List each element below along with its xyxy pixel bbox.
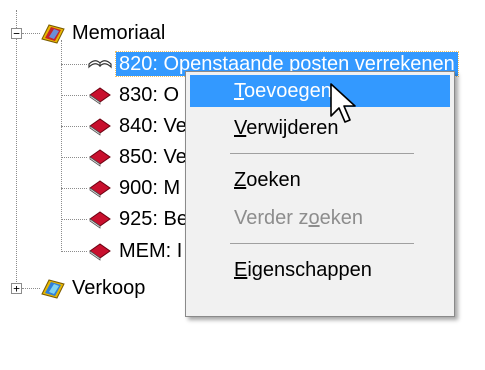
tree-node-850[interactable]: 850: Ve <box>87 144 190 170</box>
tree-connector <box>61 126 87 127</box>
tree-node-label: 850: Ve <box>119 146 187 168</box>
tree-connector <box>61 219 87 220</box>
open-book-icon <box>88 60 112 69</box>
closed-book-icon <box>89 180 111 198</box>
closed-book-icon <box>89 87 111 105</box>
menu-item-label-rest: erwijderen <box>246 117 339 139</box>
menu-item-zoeken[interactable]: Zoeken <box>190 164 450 196</box>
mouse-pointer-icon <box>330 83 356 123</box>
collapse-toggle[interactable]: − <box>11 28 22 39</box>
mnemonic-letter: V <box>234 117 247 139</box>
folder-book-icon <box>41 279 65 299</box>
tree-node-verkoop[interactable]: Verkoop <box>40 275 148 301</box>
tree-node-900[interactable]: 900: M <box>87 175 183 201</box>
tree-node-label: Memoriaal <box>72 22 166 44</box>
closed-book-icon <box>89 243 111 261</box>
menu-item-verder-zoeken: Verder zoeken <box>190 202 450 234</box>
tree-node-label: 840: Ve <box>119 115 187 137</box>
tree-connector <box>61 64 87 65</box>
tree-node-label: 830: O <box>119 84 180 106</box>
tree-connector <box>61 95 87 96</box>
tree-root-line <box>16 10 17 290</box>
tree-node-label: MEM: I <box>119 240 183 262</box>
tree-node-memoriaal[interactable]: Memoriaal <box>40 20 168 46</box>
tree-connector <box>61 188 87 189</box>
mnemonic-letter: E <box>234 259 248 281</box>
tree-connector <box>22 288 40 289</box>
tree-connector <box>22 33 40 34</box>
menu-item-eigenschappen[interactable]: Eigenschappen <box>190 254 450 286</box>
menu-item-label-rest: igenschappen <box>247 259 372 281</box>
mnemonic-letter: o <box>308 207 320 229</box>
folder-book-icon <box>41 24 65 44</box>
tree-node-label: 900: M <box>119 177 181 199</box>
expand-toggle[interactable]: + <box>11 283 22 294</box>
tree-node-label: 925: Be <box>119 208 188 230</box>
menu-item-label-rest: eken <box>319 207 363 229</box>
tree-node-840[interactable]: 840: Ve <box>87 113 190 139</box>
tree-node-925[interactable]: 925: Be <box>87 206 191 232</box>
tree-node-label: Verkoop <box>72 277 146 299</box>
menu-item-label-rest: Verder z <box>234 207 309 229</box>
context-menu: Toevoegen Verwijderen Zoeken Verder zoek… <box>185 71 455 317</box>
menu-item-label-rest: oeken <box>246 169 301 191</box>
tree-branch-line <box>61 40 62 252</box>
menu-separator <box>230 243 414 244</box>
mnemonic-letter: Z <box>234 169 247 191</box>
tree-connector <box>61 251 87 252</box>
menu-separator <box>230 153 414 154</box>
menu-item-verwijderen[interactable]: Verwijderen <box>190 112 450 144</box>
mnemonic-letter: T <box>234 80 244 102</box>
tree-node-830[interactable]: 830: O <box>87 82 182 108</box>
tree-node-mem[interactable]: MEM: I <box>87 238 185 264</box>
closed-book-icon <box>89 211 111 229</box>
menu-item-label-rest: oevoegen <box>244 80 332 102</box>
tree-connector <box>61 157 87 158</box>
menu-item-toevoegen[interactable]: Toevoegen <box>190 75 450 107</box>
closed-book-icon <box>89 149 111 167</box>
closed-book-icon <box>89 118 111 136</box>
